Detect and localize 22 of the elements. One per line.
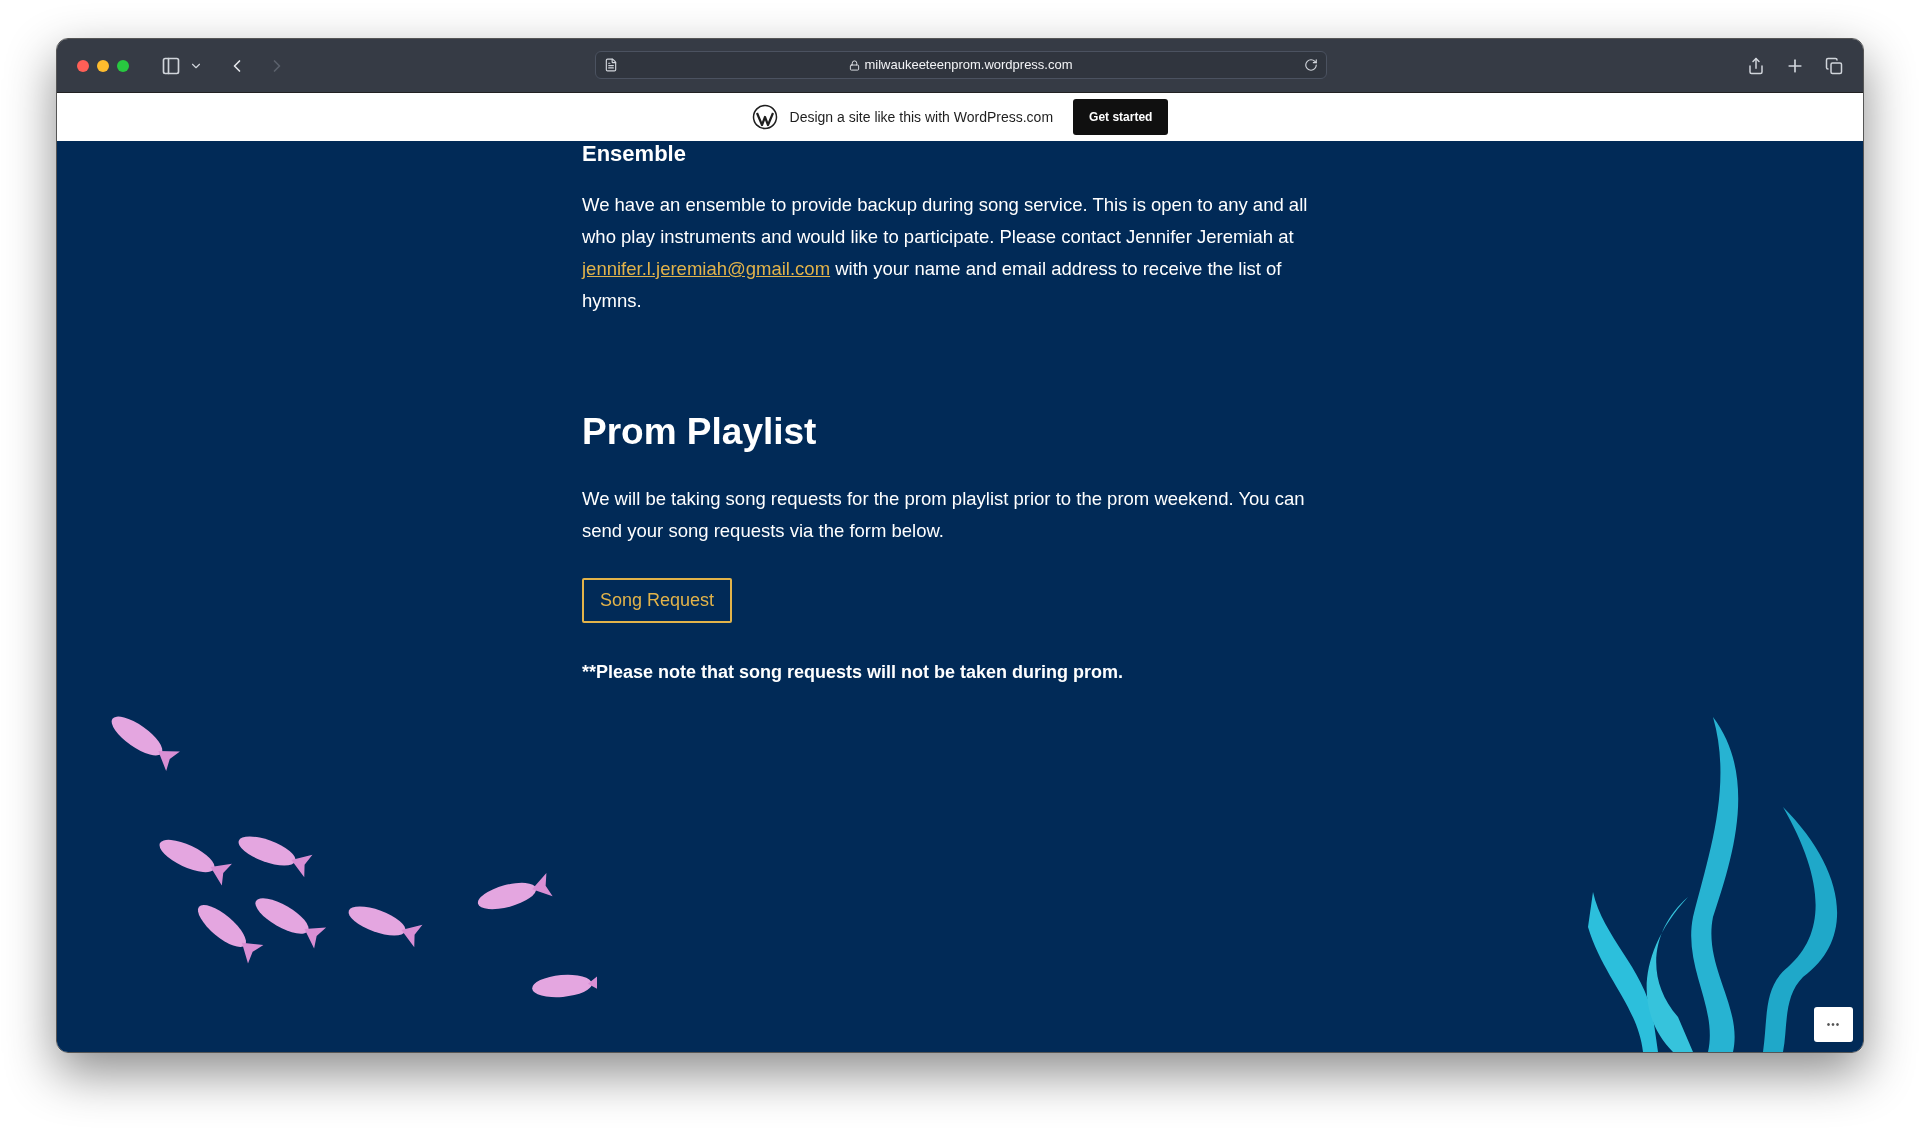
reload-icon xyxy=(1304,58,1318,72)
banner-text: Design a site like this with WordPress.com xyxy=(789,107,1054,127)
note-text: **Please note that song requests will not be taken during prom. xyxy=(582,661,1125,685)
more-options-button[interactable]: ••• xyxy=(1814,1007,1853,1042)
ensemble-paragraph: We have an ensemble to provide backup during song service. This is open to any and all who play instruments and would like to participate. Please contact Jennifer Jeremiah at jennifer.l.jeremiah@gmail.com with your name and email address to receive the list of hymns. xyxy=(582,193,1309,313)
sidebar-toggle-button[interactable] xyxy=(161,55,181,76)
tabs-overview-button[interactable] xyxy=(1825,55,1843,76)
lock-icon xyxy=(849,59,861,71)
playlist-paragraph: We will be taking song requests for the prom playlist prior to the prom weekend. You can send your song requests via the form below. xyxy=(582,487,1306,544)
minimize-window-icon[interactable] xyxy=(97,59,109,72)
get-started-button[interactable]: Get started xyxy=(1073,99,1169,135)
section-heading: Ensemble xyxy=(582,143,687,165)
zoom-window-icon[interactable] xyxy=(117,59,129,72)
section-heading: Prom Playlist xyxy=(582,410,818,454)
share-button[interactable] xyxy=(1747,55,1765,76)
reader-icon xyxy=(604,58,618,72)
address-bar[interactable]: milwaukeeteenprom.wordpress.com xyxy=(595,51,1327,79)
url-text: milwaukeeteenprom.wordpress.com xyxy=(864,56,1073,75)
song-request-button[interactable]: Song Request xyxy=(582,578,733,624)
wordpress-logo-icon xyxy=(751,104,778,130)
email-link[interactable]: jennifer.l.jeremiah@gmail.com xyxy=(582,258,831,279)
close-window-icon[interactable] xyxy=(77,59,89,72)
